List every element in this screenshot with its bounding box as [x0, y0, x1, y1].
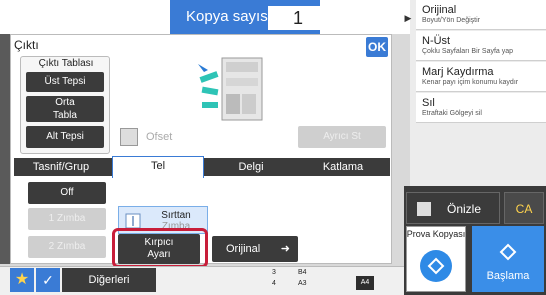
tray-number: 4: [272, 280, 276, 287]
clear-all-button[interactable]: CA: [504, 192, 544, 224]
menu-item-erase[interactable]: Sıl Etraftaki Gölgeyi sil: [416, 93, 546, 123]
tab-sort-group[interactable]: Tasnif/Grup: [14, 158, 108, 176]
trimmer-settings-label: Kırpıcı Ayarı: [144, 237, 174, 260]
separator-sheet-button[interactable]: Ayrıcı St: [298, 126, 386, 148]
trimmer-settings-button[interactable]: Kırpıcı Ayarı: [118, 234, 200, 264]
preview-label: Önizle: [447, 202, 482, 216]
menu-item-n-up[interactable]: N-Üst Çoklu Sayfaları Bir Sayfa yap: [416, 31, 546, 61]
menu-item-erase-subtitle: Etraftaki Gölgeyi sil: [422, 110, 482, 117]
start-diamond-icon: [499, 243, 517, 261]
collapse-arrow-icon[interactable]: ▶: [402, 11, 414, 25]
middle-tray-label: Orta Tabla: [53, 97, 77, 121]
finisher-machine-icon: [198, 57, 263, 121]
tray-size: A3: [298, 280, 307, 287]
menu-item-margin-shift-subtitle: Kenar payı içim konumu kaydır: [422, 79, 519, 86]
menu-item-n-up-subtitle: Çoklu Sayfaları Bir Sayfa yap: [422, 48, 514, 55]
star-icon[interactable]: ★: [10, 268, 34, 292]
menu-item-original-subtitle: Boyut/Yön Değiştir: [422, 17, 480, 24]
start-button[interactable]: Başlama: [472, 226, 544, 292]
diamond-icon: [427, 257, 445, 275]
ok-button[interactable]: OK: [366, 37, 388, 57]
arrow-right-icon: ➜: [280, 243, 290, 255]
staple-one-button[interactable]: 1 Zımba: [28, 208, 106, 230]
original-button[interactable]: Orijinal ➜: [212, 236, 298, 262]
staple-off-button[interactable]: Off: [28, 182, 106, 204]
menu-item-n-up-title: N-Üst: [422, 35, 451, 47]
menu-item-original-title: Orijinal: [422, 4, 457, 16]
proof-copy-label: Prova Kopyası: [406, 229, 466, 239]
saddle-stitch-title: Sırttan: [161, 210, 191, 221]
original-button-label: Orijinal: [226, 243, 261, 255]
preview-button[interactable]: Önizle: [406, 192, 500, 224]
tab-staple[interactable]: Tel: [112, 156, 204, 178]
menu-item-erase-title: Sıl: [422, 97, 435, 109]
tray-size: B4: [298, 269, 307, 276]
top-tray-button[interactable]: Üst Tepsi: [26, 72, 104, 92]
dialog-title: Çıktı: [14, 38, 39, 52]
tab-fold[interactable]: Katlama: [298, 158, 388, 176]
menu-empty-area: [416, 124, 546, 184]
paper-tray-status: 3 B4 4 A3: [262, 268, 354, 292]
tray-number: 3: [272, 269, 276, 276]
middle-tray-button[interactable]: Orta Tabla: [26, 96, 104, 122]
preview-icon: [417, 202, 431, 216]
menu-item-margin-shift-title: Marj Kaydırma: [422, 66, 494, 78]
others-button[interactable]: Diğerleri: [62, 268, 156, 292]
proof-copy-icon: [420, 250, 452, 282]
copy-count-input[interactable]: 1: [268, 6, 328, 30]
tray-row: 3 B4: [262, 269, 352, 279]
start-label: Başlama: [486, 270, 530, 282]
menu-item-original[interactable]: Orijinal Boyut/Yön Değiştir: [416, 0, 546, 30]
paper-size-badge: A4: [356, 276, 374, 290]
offset-label: Ofset: [146, 131, 173, 143]
menu-item-margin-shift[interactable]: Marj Kaydırma Kenar payı içim konumu kay…: [416, 62, 546, 92]
output-tray-label: Çıktı Tablası: [38, 58, 94, 69]
left-edge-strip: [0, 34, 10, 264]
check-icon[interactable]: ✓: [36, 268, 60, 292]
staple-two-button[interactable]: 2 Zımba: [28, 236, 106, 258]
bottom-tray-button[interactable]: Alt Tepsi: [26, 126, 104, 148]
tray-row: 4 A3: [262, 280, 352, 290]
tab-punch[interactable]: Delgi: [206, 158, 296, 176]
offset-checkbox[interactable]: [120, 128, 138, 146]
